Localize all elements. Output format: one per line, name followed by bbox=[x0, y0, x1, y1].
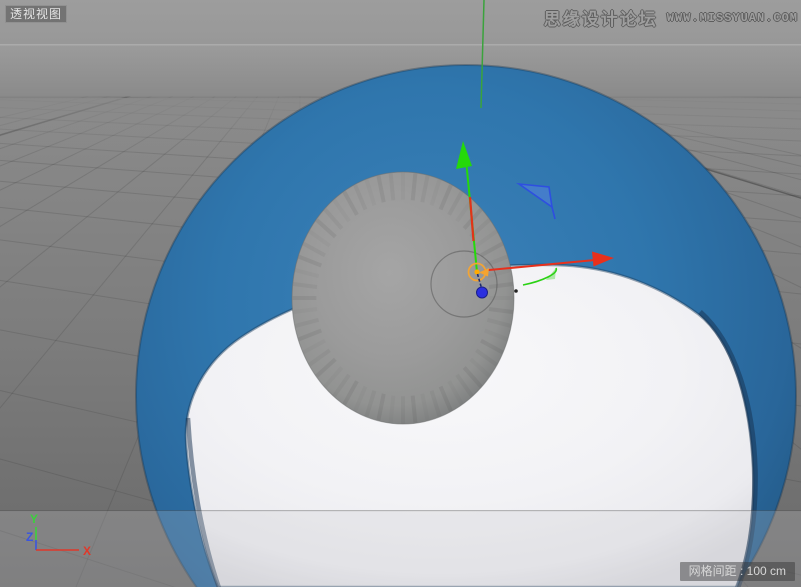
watermark-site-url: WWW.MISSYUAN.COM bbox=[667, 11, 798, 25]
axis-indicator-x-label: X bbox=[83, 544, 91, 558]
axis-indicator-z-label: Z bbox=[26, 530, 33, 544]
scene-canvas[interactable]: Y Z X bbox=[0, 0, 801, 587]
watermark: 思缘设计论坛 WWW.MISSYUAN.COM bbox=[544, 5, 798, 30]
viewport-title[interactable]: 透视视图 bbox=[5, 5, 67, 23]
gizmo-center-dot[interactable] bbox=[474, 269, 479, 274]
grid-spacing-readout: 网格间距 : 100 cm bbox=[680, 562, 795, 581]
watermark-site-name: 思缘设计论坛 bbox=[544, 5, 658, 30]
axis-indicator-y-label: Y bbox=[30, 512, 38, 526]
gizmo-z-knob-handle[interactable] bbox=[477, 287, 488, 298]
pivot-point-dot bbox=[514, 289, 518, 293]
viewport-3d[interactable]: Y Z X 透视视图 思缘设计论坛 WWW.MISSYUAN.COM 网格间距 … bbox=[0, 0, 801, 587]
